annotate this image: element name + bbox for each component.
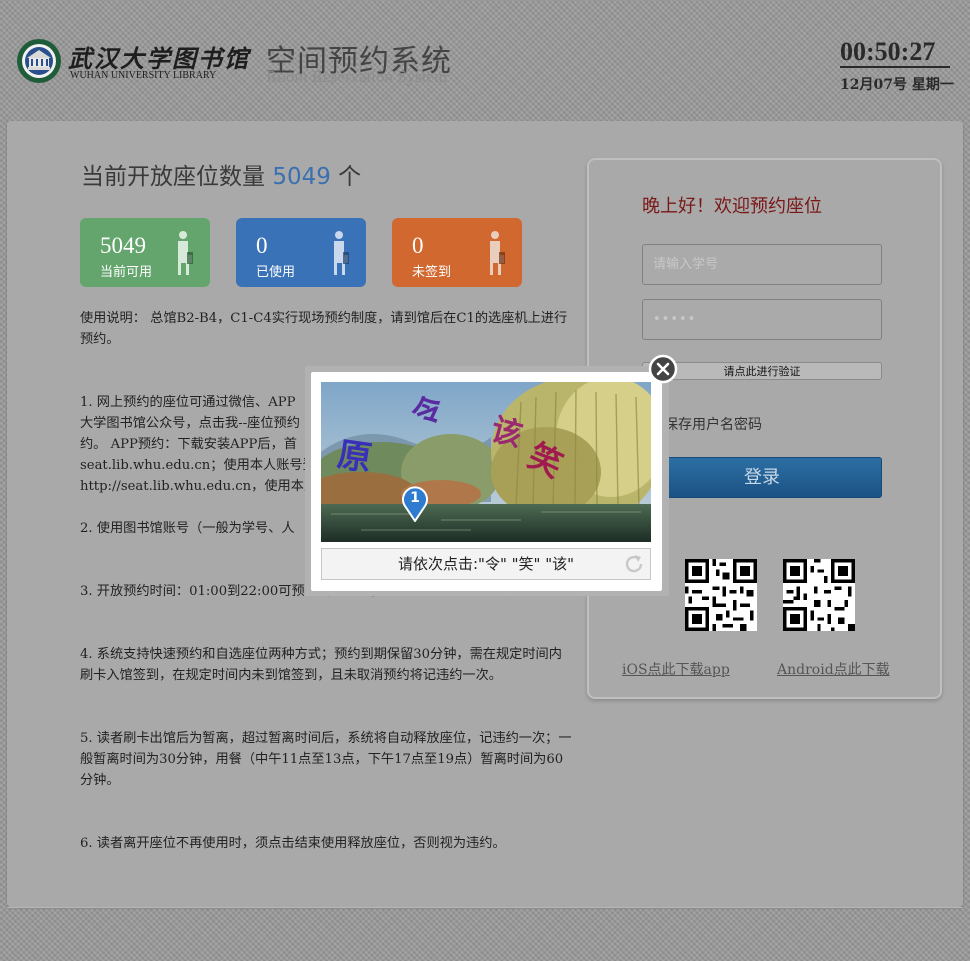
open-seat-count-title: 当前开放座位数量 5049 个 xyxy=(81,157,361,191)
click-marker-number: 1 xyxy=(410,490,420,506)
count-title-suffix: 个 xyxy=(338,164,362,190)
notes-item-1-line: http://seat.lib.whu.edu.cn，使用本人账 xyxy=(80,479,331,494)
notes-item-1-line: 大学图书馆公众号，点击我--座位预约 xyxy=(80,416,300,431)
stat-unsigned-label: 未签到 xyxy=(412,265,452,280)
captcha-prompt: 请依次点击:"令" "笑" "该" xyxy=(321,548,651,580)
library-name-en: WUHAN UNIVERSITY LIBRARY xyxy=(70,70,217,81)
notes-item-4: 4. 系统支持快速预约和自选座位两种方式；预约到期保留30分钟，需在规定时间内刷… xyxy=(80,647,562,683)
clock-date: 12月07号 星期一 xyxy=(840,77,954,93)
stat-used: 0 已使用 xyxy=(236,218,366,287)
open-seat-count: 5049 xyxy=(272,164,331,190)
notes-intro: 使用说明： 总馆B2-B4，C1-C4实行现场预约制度，请到馆后在C1的选座机上… xyxy=(80,311,568,347)
android-download-link[interactable]: Android点此下载 xyxy=(777,659,890,679)
greeting: 晚上好！欢迎预约座位 xyxy=(642,196,822,217)
stat-unsigned: 0 未签到 xyxy=(392,218,522,287)
seated-person-icon xyxy=(178,231,193,275)
stat-available: 5049 当前可用 xyxy=(80,218,210,287)
click-marker: 1 xyxy=(401,486,429,523)
count-title-prefix: 当前开放座位数量 xyxy=(81,164,265,190)
android-qr-code xyxy=(783,559,855,631)
username-field[interactable]: 请输入学号 xyxy=(642,244,882,285)
seated-person-icon xyxy=(334,231,349,275)
password-field[interactable]: ••••• xyxy=(642,299,882,340)
stat-used-label: 已使用 xyxy=(256,265,296,280)
verify-button[interactable]: 请点此进行验证 xyxy=(642,362,882,380)
notes-item-5: 5. 读者刷卡出馆后为暂离，超过暂离时间后，系统将自动释放座位，记违约一次；一般… xyxy=(80,731,572,788)
notes-item-1-line: seat.lib.whu.edu.cn；使用本人账号登 xyxy=(80,458,316,473)
stat-available-label: 当前可用 xyxy=(100,265,153,280)
stat-available-value: 5049 xyxy=(100,233,146,258)
header: 武汉大学图书馆 WUHAN UNIVERSITY LIBRARY 空间预约系统 … xyxy=(0,0,970,118)
stat-unsigned-value: 0 xyxy=(412,233,424,258)
ios-download-link[interactable]: iOS点此下载app xyxy=(622,659,730,679)
system-title-en: Room Reservation System xyxy=(266,67,448,86)
library-name-cn: 武汉大学图书馆 xyxy=(68,44,250,73)
login-button[interactable]: 登录 xyxy=(642,457,882,498)
panel-footer-line xyxy=(7,907,963,917)
notes-item-1-line: 约。 APP预约：下载安装APP后，首 xyxy=(80,437,297,452)
seated-person-icon xyxy=(490,231,505,275)
library-logo[interactable]: 武汉大学图书馆 WUHAN UNIVERSITY LIBRARY xyxy=(16,37,248,87)
library-seal-icon xyxy=(17,39,61,83)
refresh-icon[interactable] xyxy=(622,552,646,576)
remember-password-checkbox[interactable]: 保存用户名密码 xyxy=(664,414,762,434)
ios-qr-code xyxy=(685,559,757,631)
close-icon[interactable] xyxy=(648,354,678,384)
stat-used-value: 0 xyxy=(256,233,268,258)
clock-time: 00:50:27 xyxy=(840,38,950,68)
notes-item-1-line: 1. 网上预约的座位可通过微信、APP xyxy=(80,395,296,410)
captcha-char: 原 xyxy=(334,434,375,480)
notes-item-6: 6. 读者离开座位不再使用时，须点击结束使用释放座位，否则视为违约。 xyxy=(80,836,506,851)
